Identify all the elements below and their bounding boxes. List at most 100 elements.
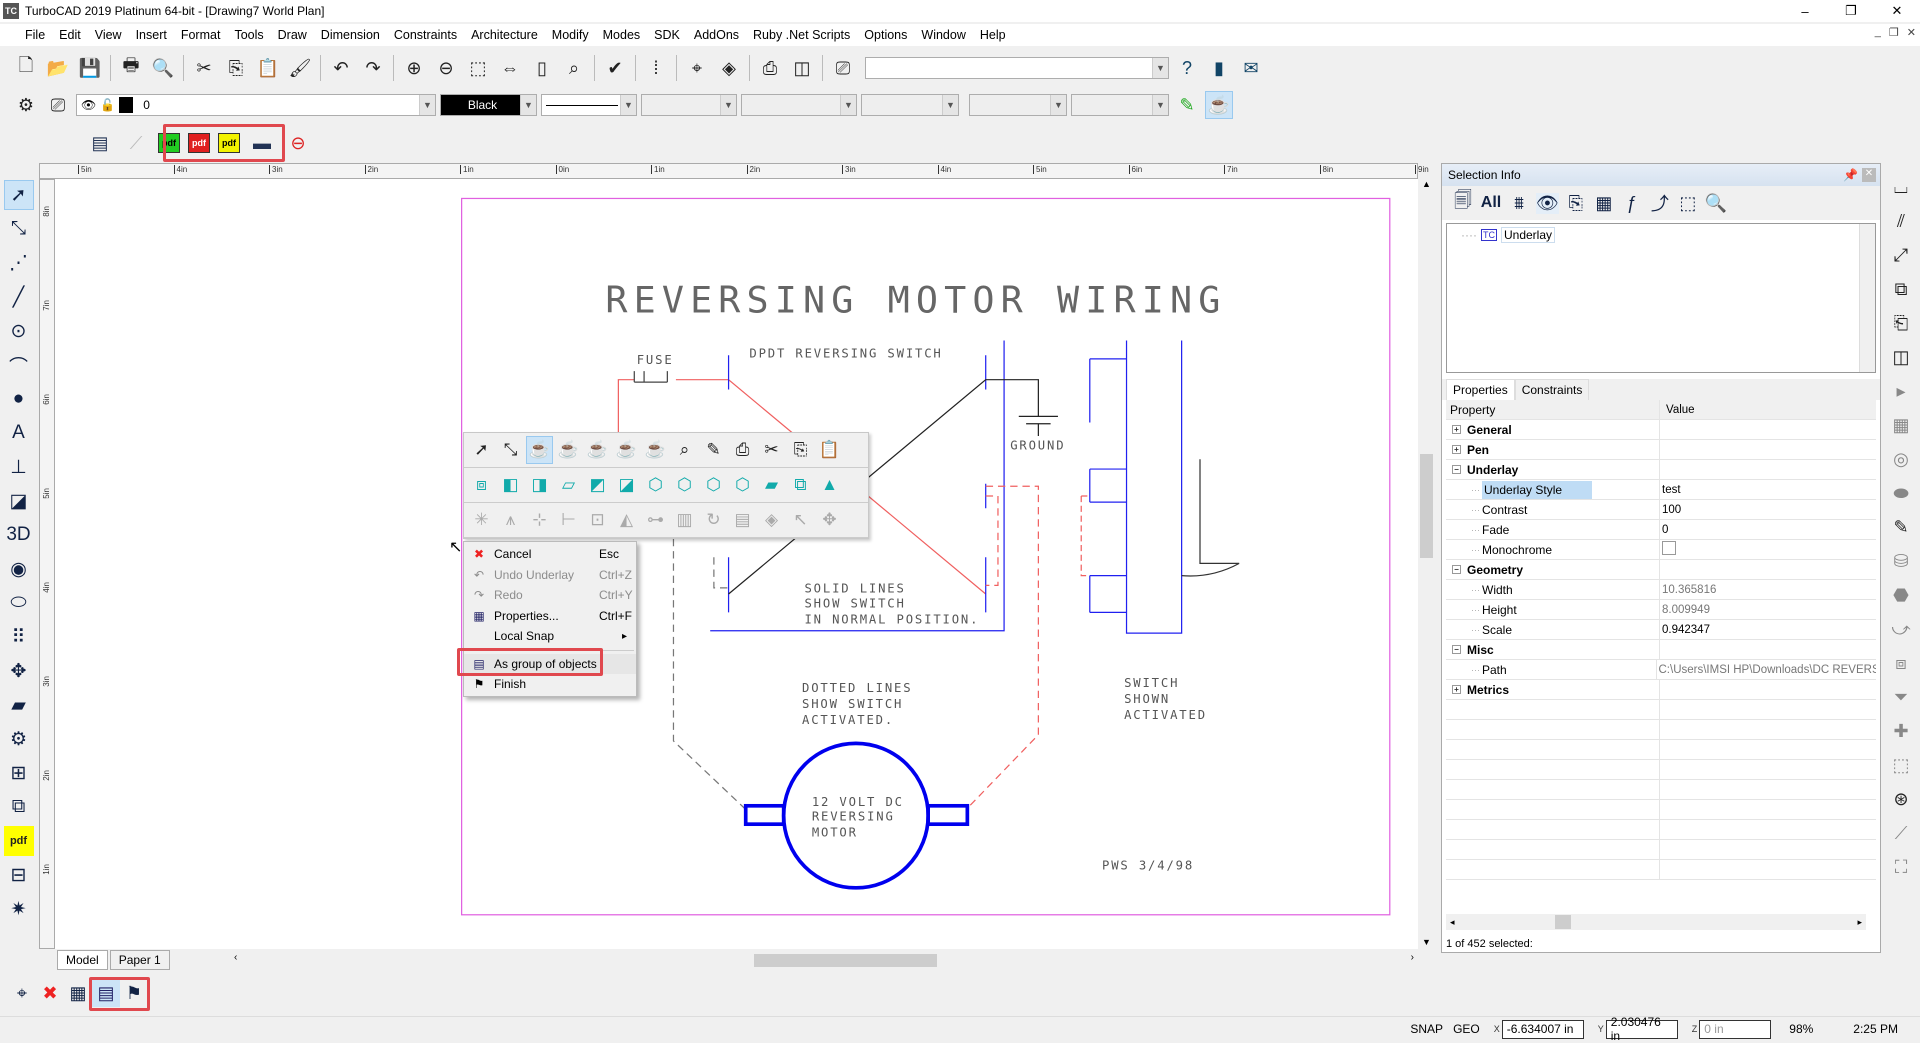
eraser-icon[interactable]: ▰ xyxy=(4,690,34,720)
menu-sdk[interactable]: SDK xyxy=(647,28,687,42)
menu-options[interactable]: Options xyxy=(857,28,914,42)
print-icon[interactable]: 🖶 xyxy=(117,54,145,82)
tree-scrollbar[interactable] xyxy=(1859,224,1875,372)
print-preview-icon[interactable]: 🔍 xyxy=(149,54,177,82)
table-icon[interactable]: ▦ xyxy=(1888,411,1914,439)
panel-hscroll[interactable]: ◂ ▸ xyxy=(1446,914,1866,930)
property-row[interactable]: ··· Width 10.365816 xyxy=(1446,580,1876,600)
cube-red-icon[interactable]: ◈ xyxy=(758,506,785,534)
chevron-down-icon[interactable]: ▼ xyxy=(840,95,856,115)
chevron-down-icon[interactable]: ▼ xyxy=(1050,95,1066,115)
panel-close-button[interactable]: ✕ xyxy=(1862,168,1876,182)
property-row[interactable]: ··· Path C:\Users\IMSI HP\Downloads\DC REV… xyxy=(1446,660,1876,680)
scroll-thumb[interactable] xyxy=(1420,454,1433,558)
property-row[interactable]: + General xyxy=(1446,420,1876,440)
circle-icon[interactable]: ⊖ xyxy=(284,129,312,157)
open-icon[interactable]: 📂 xyxy=(44,54,72,82)
iso-2-icon[interactable]: ⬡ xyxy=(671,471,698,499)
drawing-canvas[interactable] xyxy=(55,179,1418,949)
menu-file[interactable]: File xyxy=(18,28,52,42)
perspective-icon[interactable]: ⩚ xyxy=(497,506,524,534)
insert-block-icon[interactable]: ⎙ xyxy=(756,54,784,82)
grid-icon[interactable]: ⁞ xyxy=(642,54,670,82)
zoom-page-icon[interactable]: ▯ xyxy=(528,54,556,82)
property-value[interactable]: C:\Users\IMSI HP\Downloads\DC REVERS xyxy=(1657,664,1877,676)
chevron-down-icon[interactable]: ▼ xyxy=(620,95,636,115)
circle-icon[interactable]: ⊙ xyxy=(4,316,34,346)
scroll-left-icon[interactable]: ‹ xyxy=(234,952,237,963)
mdi-close-button[interactable]: ✕ xyxy=(1907,26,1916,39)
copy-list-icon[interactable]: ⎘ xyxy=(1565,193,1587,214)
format-painter-icon[interactable]: 🖌 xyxy=(286,54,314,82)
property-value[interactable]: 8.009949 xyxy=(1660,604,1710,616)
cylinder-icon[interactable]: ⛁ xyxy=(1888,547,1914,575)
select-edit-icon[interactable]: ⤡ xyxy=(497,436,524,464)
page-icon[interactable]: ▥ xyxy=(671,506,698,534)
filter-icon[interactable]: ⩩ xyxy=(1508,193,1530,214)
snap-tool-icon[interactable]: ⌖ xyxy=(8,979,36,1007)
small-arrow-icon[interactable]: ▸ xyxy=(1888,377,1914,405)
property-row[interactable]: + Pen xyxy=(1446,440,1876,460)
render-quality-icon[interactable]: ☕ xyxy=(613,436,640,464)
scroll-up-icon[interactable]: ▲ xyxy=(1418,179,1435,189)
visibility-icon[interactable]: 👁 xyxy=(1536,192,1559,214)
collapse-icon[interactable]: − xyxy=(1452,565,1461,574)
property-value[interactable]: 10.365816 xyxy=(1660,584,1716,596)
cube-group-icon[interactable]: ⧈ xyxy=(1888,649,1914,677)
snap-object-icon[interactable]: ⧉ xyxy=(787,471,814,499)
expand-icon[interactable]: + xyxy=(1452,425,1461,434)
lock-icon[interactable]: 🔓 xyxy=(100,98,115,112)
chevron-down-icon[interactable]: ▼ xyxy=(1152,95,1168,115)
bim-icon[interactable]: ▤ xyxy=(86,129,114,157)
pointer-icon[interactable]: ↖ xyxy=(787,506,814,534)
render-wire-icon[interactable]: ☕ xyxy=(526,436,553,464)
properties-icon[interactable]: 🗐 xyxy=(1452,188,1474,218)
context-menu-item[interactable]: ✖ Cancel Esc xyxy=(464,544,636,565)
context-menu-item[interactable]: ↶ Undo Underlay Ctrl+Z xyxy=(464,565,636,586)
menu-dimension[interactable]: Dimension xyxy=(314,28,387,42)
save-icon[interactable]: 💾 xyxy=(76,54,104,82)
fit-icon[interactable]: ⊹ xyxy=(526,506,553,534)
command-search-combo[interactable]: ▼ xyxy=(865,57,1169,79)
view-left-icon[interactable]: ▱ xyxy=(555,471,582,499)
move-plane-icon[interactable]: ✥ xyxy=(816,506,843,534)
property-row[interactable]: + Metrics xyxy=(1446,680,1876,700)
extrude-icon[interactable]: ⬭ xyxy=(4,588,34,618)
chevron-down-icon[interactable]: ▼ xyxy=(520,95,536,115)
property-value[interactable]: 100 xyxy=(1660,504,1681,516)
chevron-down-icon[interactable]: ▼ xyxy=(942,95,958,115)
redo-icon[interactable]: ↷ xyxy=(359,54,387,82)
pdf-import-icon[interactable]: pdf xyxy=(3,826,34,856)
property-row[interactable]: ··· Scale 0.942347 xyxy=(1446,620,1876,640)
view-front-icon[interactable]: ◧ xyxy=(497,471,524,499)
z-coordinate-field[interactable]: 0 in xyxy=(1699,1019,1772,1039)
select-icon[interactable]: ➚ xyxy=(468,436,495,464)
context-menu-item[interactable]: Local Snap ▸ xyxy=(464,626,636,647)
center-icon[interactable]: ⊡ xyxy=(584,506,611,534)
iso-1-icon[interactable]: ⬡ xyxy=(642,471,669,499)
snap-indicator[interactable]: SNAP xyxy=(1410,1022,1443,1036)
brush-combo[interactable]: ▼ xyxy=(1071,94,1169,116)
box-icon[interactable]: ⬣ xyxy=(1888,581,1914,609)
property-row[interactable]: − Underlay xyxy=(1446,460,1876,480)
drawing-aids-icon[interactable]: ⌖ xyxy=(683,54,711,82)
property-value[interactable] xyxy=(1660,541,1676,558)
layer-combo[interactable]: 👁 🔓 0 ▼ xyxy=(76,94,436,116)
hatch-icon[interactable]: ◪ xyxy=(4,486,34,516)
context-menu-item[interactable]: ↷ Redo Ctrl+Y xyxy=(464,585,636,606)
scroll-down-icon[interactable]: ▼ xyxy=(1418,937,1435,947)
select-icon[interactable]: ➚ xyxy=(3,180,34,210)
axes-icon[interactable]: ⊢ xyxy=(555,506,582,534)
collapse-icon[interactable]: − xyxy=(1452,645,1461,654)
color-combo[interactable]: Black ▼ xyxy=(440,94,537,116)
funnel-icon[interactable]: ⏷ xyxy=(1888,683,1914,711)
arrow-return-icon[interactable]: ⤻ xyxy=(1888,615,1914,643)
export-icon[interactable]: ⎗ xyxy=(1888,309,1914,337)
x-coordinate-field[interactable]: -6.634007 in xyxy=(1501,1019,1584,1039)
line-tool-icon[interactable]: ⟋ xyxy=(122,129,150,157)
plane-icon[interactable]: ▰ xyxy=(758,471,785,499)
property-row[interactable]: ··· Underlay Style test xyxy=(1446,480,1876,500)
monochrome-checkbox[interactable] xyxy=(1662,541,1676,555)
layers-icon[interactable]: ◫ xyxy=(1888,343,1914,371)
shade-icon[interactable]: ◭ xyxy=(613,506,640,534)
